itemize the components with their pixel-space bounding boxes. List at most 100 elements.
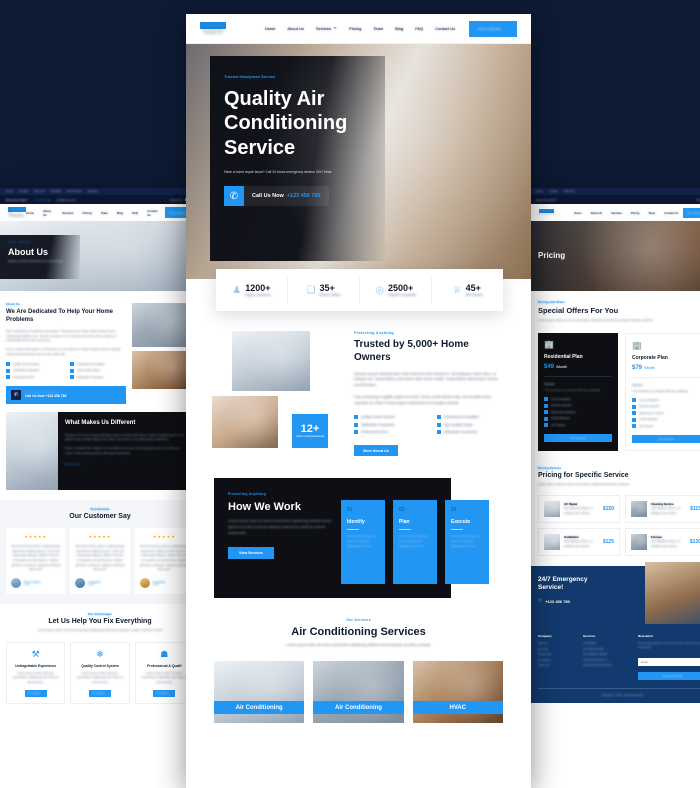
service-price-item[interactable]: Installation Sed aliquam libero, ut tris… xyxy=(538,527,620,556)
more-about-us-button[interactable]: More About Us xyxy=(354,445,398,457)
service-price-item[interactable]: AC Repair Sed aliquam libero, ut tristiq… xyxy=(538,494,620,523)
nav-item-about[interactable]: About Us xyxy=(287,26,303,31)
pricing-hero-overlay xyxy=(530,221,700,291)
footer-link[interactable]: Testimonials xyxy=(538,653,576,656)
utility-link[interactable]: Contact xyxy=(549,190,558,193)
advantage-button[interactable]: Read More → xyxy=(153,689,176,697)
nav-item-team[interactable]: Team xyxy=(373,26,383,31)
nav-item-contact[interactable]: Contact Us xyxy=(435,26,455,31)
plan-card-corporate[interactable]: 🏢 Corporate Plan $79 /Month Features The… xyxy=(625,332,700,452)
plan-card-residential[interactable]: 🏢 Residential Plan $49 /Month Features T… xyxy=(538,332,618,452)
service-card[interactable]: Air Conditioning xyxy=(214,661,305,724)
brand-logo[interactable]: AIR CONDITIONING TECHNICAL SUIT xyxy=(8,206,26,219)
newsletter-email-input[interactable] xyxy=(638,658,700,667)
nav-item-about[interactable]: About Us xyxy=(591,211,603,215)
read-more-link[interactable]: Read More → xyxy=(65,462,187,466)
stat-value: 35+ xyxy=(319,283,335,293)
nav-item-team[interactable]: Team xyxy=(648,211,655,215)
utility-link[interactable]: About Us xyxy=(564,190,575,193)
pricing-utility-bar[interactable]: Home Contact About Us xyxy=(530,188,700,195)
check-icon xyxy=(70,375,74,380)
consult-cta-banner[interactable]: ✆ Consult With Our Professional Team Cal… xyxy=(6,386,126,405)
nav-item-faq[interactable]: FAQ xyxy=(132,211,138,215)
service-card[interactable]: Air Conditioning xyxy=(313,661,404,724)
call-label: Call Us Now xyxy=(252,193,284,200)
home-page-screenshot[interactable]: AIR CONDITIONING TECHNICAL SUIT Home Abo… xyxy=(186,14,531,788)
utility-link[interactable]: Sitemap xyxy=(88,190,98,193)
about-utility-bar[interactable]: Home Contact About Us Site Map 24x7 Serv… xyxy=(0,188,200,195)
nav-item-pricing[interactable]: Pricing xyxy=(349,26,361,31)
plan-feature: 24/7 Support xyxy=(551,423,566,427)
footer-link[interactable]: Our Team xyxy=(538,648,576,651)
step-card-execute[interactable]: 03 Execute Lorem ipsum dolor sit amet co… xyxy=(445,500,489,585)
get-a-quote-button[interactable]: Get a Quote xyxy=(683,207,700,218)
nav-item-home[interactable]: Home xyxy=(26,211,34,215)
utility-link[interactable]: Contact xyxy=(19,190,28,193)
service-card[interactable]: HVAC xyxy=(412,661,503,724)
advantage-card[interactable]: ⚒ Unforgettable Experience Lorem ipsum d… xyxy=(6,641,66,704)
pricing-contact-bar[interactable]: Need Any Help? Follow Us xyxy=(530,195,700,204)
step-card-identify[interactable]: 01 Identify Lorem ipsum dolor sit amet c… xyxy=(341,500,385,585)
pricing-hero: Pricing xyxy=(530,221,700,291)
service-price-item[interactable]: Furnace Sed aliquam libero, ut tristique… xyxy=(625,527,700,556)
nav-links: Home About Us Services Pricing Team Blog… xyxy=(26,209,159,217)
footer-link[interactable]: AC REPAIR xyxy=(583,642,631,645)
nav-item-about[interactable]: About Us xyxy=(43,209,53,217)
nav-item-blog[interactable]: Blog xyxy=(395,26,403,31)
phone-link[interactable]: +123 456 789 xyxy=(33,198,50,202)
chevron-down-icon[interactable] xyxy=(333,26,338,31)
stat-label: Win Awards xyxy=(465,293,483,297)
utility-link[interactable]: About Us xyxy=(34,190,45,193)
footer-link[interactable]: INDOOR AIR QUALITY xyxy=(583,659,631,662)
advantage-card[interactable]: ❄ Quality Control System Lorem ipsum dol… xyxy=(70,641,130,704)
nav-item-home[interactable]: Home xyxy=(574,211,581,215)
nav-item-services[interactable]: Services xyxy=(611,211,622,215)
view-services-button[interactable]: View Services xyxy=(228,546,274,559)
about-contact-bar[interactable]: Need Any Help? +123 456 789 info@hvac.co… xyxy=(0,195,200,204)
cta-phone[interactable]: Call Us Now +123 456 789 xyxy=(25,394,66,398)
email-link[interactable]: info@hvac.com xyxy=(57,198,76,202)
footer-link[interactable]: About Us xyxy=(538,642,576,645)
brand-logo[interactable]: AIR CONDITIONING xyxy=(538,209,555,215)
get-a-quote-button[interactable]: Get a Quote → xyxy=(469,20,517,37)
nav-item-blog[interactable]: Blog xyxy=(117,211,123,215)
step-card-plan[interactable]: 02 Plan Lorem ipsum dolor sit amet conse… xyxy=(393,500,437,585)
nav-item-contact[interactable]: Contact Us xyxy=(664,211,678,215)
nav-item-pricing[interactable]: Pricing xyxy=(83,211,92,215)
advantage-button[interactable]: Read More → xyxy=(88,689,111,697)
call-number[interactable]: +123 456 789 xyxy=(287,193,321,199)
footer-link[interactable]: FURNACE INSTALLATION xyxy=(583,664,631,667)
nav-item-contact[interactable]: Contact Us xyxy=(147,209,159,217)
footer-phone[interactable]: +123 456 789 xyxy=(545,599,570,604)
plan-get-started-button[interactable]: Get Started xyxy=(632,435,700,444)
service-price-item[interactable]: Cleaning Service Sed aliquam libero, ut … xyxy=(625,494,700,523)
nav-item-services[interactable]: Services xyxy=(316,26,331,31)
pricing-page-screenshot[interactable]: Home Contact About Us Need Any Help? Fol… xyxy=(530,188,700,788)
testimonials-title: Our Customer Say xyxy=(69,513,131,521)
home-navbar[interactable]: AIR CONDITIONING TECHNICAL SUIT Home Abo… xyxy=(186,14,531,44)
advantage-button[interactable]: Read More → xyxy=(24,689,47,697)
footer-link[interactable]: AC CHIMNEY REPAIR xyxy=(583,653,631,656)
hero-call-cta[interactable]: ✆ Call Us Now +123 456 789 xyxy=(224,186,374,207)
nav-item-team[interactable]: Team xyxy=(101,211,108,215)
utility-link[interactable]: 24x7 Service xyxy=(67,190,82,193)
nav-item-home[interactable]: Home xyxy=(265,26,276,31)
footer-link[interactable]: Contact Us xyxy=(538,664,576,667)
nav-item-services[interactable]: Services xyxy=(62,211,74,215)
nav-item-faq[interactable]: FAQ xyxy=(415,26,423,31)
utility-link[interactable]: Home xyxy=(536,190,543,193)
about-page-screenshot[interactable]: Home Contact About Us Site Map 24x7 Serv… xyxy=(0,188,200,788)
brand-logo[interactable]: AIR CONDITIONING TECHNICAL SUIT xyxy=(200,21,226,35)
about-navbar[interactable]: AIR CONDITIONING TECHNICAL SUIT Home Abo… xyxy=(0,204,200,221)
step-title: Plan xyxy=(399,519,410,526)
utility-link[interactable]: Home xyxy=(6,190,13,193)
divider xyxy=(544,375,612,377)
subscribe-button[interactable]: Subscribe Now xyxy=(638,671,700,680)
stat-value: 45+ xyxy=(465,283,481,293)
pricing-navbar[interactable]: AIR CONDITIONING Home About Us Services … xyxy=(530,204,700,221)
footer-link[interactable]: AC INSTALLATION xyxy=(583,648,631,651)
nav-item-pricing[interactable]: Pricing xyxy=(631,211,640,215)
footer-link[interactable]: Our Articles xyxy=(538,659,576,662)
utility-link[interactable]: Site Map xyxy=(51,190,61,193)
plan-get-started-button[interactable]: Get Started xyxy=(544,434,612,443)
